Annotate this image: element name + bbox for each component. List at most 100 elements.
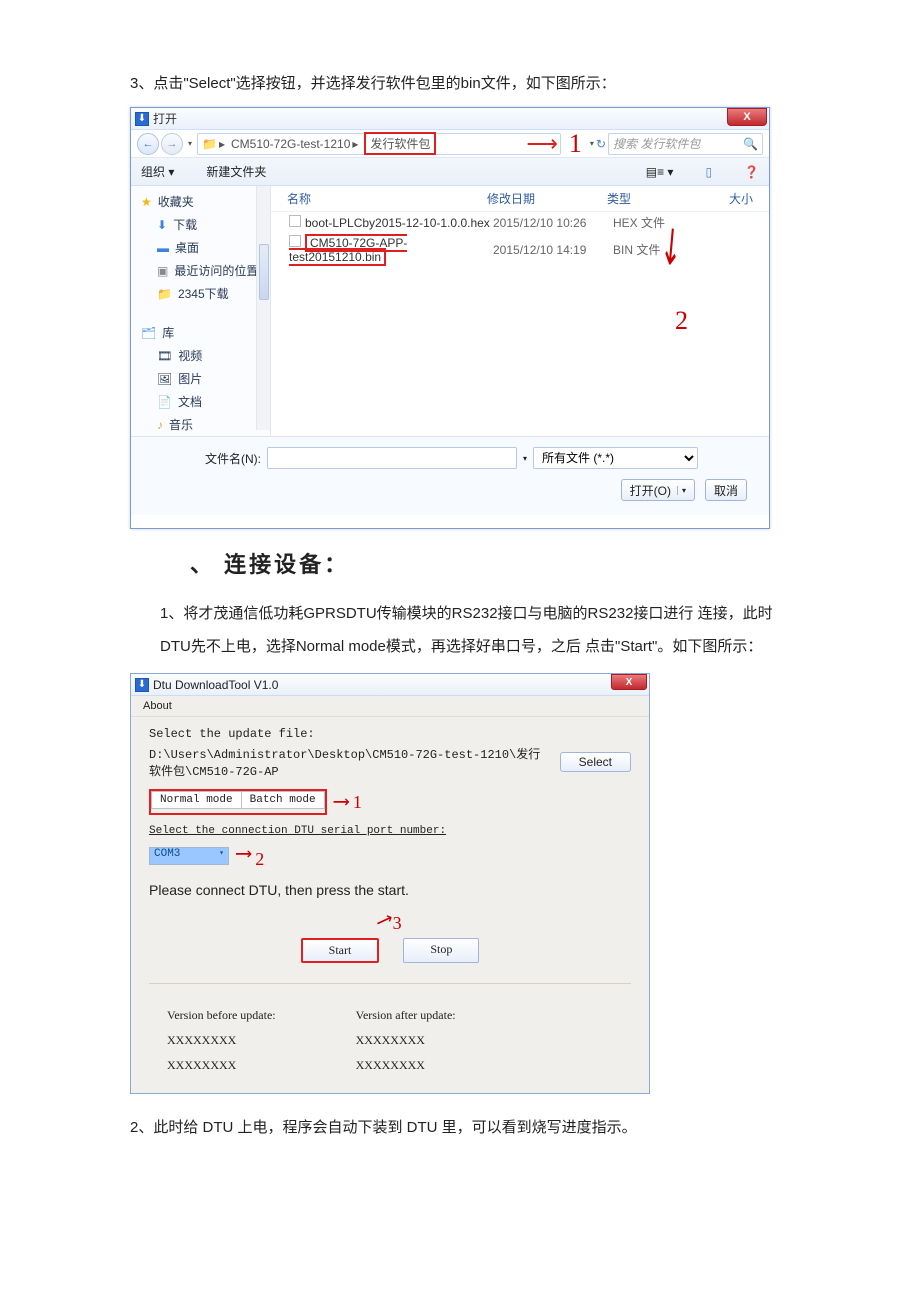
version-table: Version before update: XXXXXXXX XXXXXXXX… <box>149 1008 631 1073</box>
folder-icon: 📁 <box>202 137 217 151</box>
instruction-3: 3、点击"Select"选择按钮，并选择发行软件包里的bin文件，如下图所示： <box>130 70 790 97</box>
select-file-label: Select the update file: <box>149 727 631 741</box>
path-dropdown[interactable]: ▾ <box>590 139 594 148</box>
library-icon: 🗂 <box>141 326 156 340</box>
close-button[interactable]: X <box>611 674 647 690</box>
desktop-icon: ▬ <box>157 241 169 255</box>
sidebar-documents[interactable]: 📄文档 <box>131 390 270 413</box>
preview-pane-button[interactable]: ▯ <box>705 165 712 179</box>
file-list-header[interactable]: 名称 修改日期 类型 大小 <box>271 186 769 212</box>
open-button[interactable]: 打开(O)▾ <box>621 479 695 501</box>
search-input[interactable]: 搜索 发行软件包 🔍 <box>608 133 763 155</box>
breadcrumb-seg-1[interactable]: CM510-72G-test-1210 ▸ <box>227 137 362 151</box>
view-button[interactable]: ▤≡ ▾ <box>646 165 674 179</box>
scrollbar-thumb[interactable] <box>259 244 269 300</box>
organize-button[interactable]: 组织 ▾ <box>141 163 174 180</box>
sidebar-desktop[interactable]: ▬桌面 <box>131 236 270 259</box>
file-row-hex[interactable]: boot-LPLCby2015-12-10-1.0.0.hex 2015/12/… <box>271 212 769 233</box>
nav-history-dropdown[interactable]: ▾ <box>185 139 195 148</box>
annotation-2: 2 <box>675 306 688 336</box>
sidebar-music[interactable]: ♪音乐 <box>131 413 270 436</box>
version-before-1: XXXXXXXX <box>167 1033 276 1048</box>
annotation-1: 1 <box>569 129 582 159</box>
version-after-label: Version after update: <box>356 1008 456 1023</box>
section-heading-connect: 、 连接设备： <box>190 547 790 579</box>
sidebar-favorites[interactable]: ★收藏夹 <box>131 190 270 213</box>
red-arrow-3: ⟶ <box>373 907 393 935</box>
music-icon: ♪ <box>157 418 163 432</box>
red-arrow-1: ⟶ <box>335 789 345 815</box>
dtu-title: Dtu DownloadTool V1.0 <box>153 678 278 692</box>
tab-batch-mode[interactable]: Batch mode <box>242 791 325 809</box>
search-icon: 🔍 <box>743 137 758 151</box>
open-split-dropdown[interactable]: ▾ <box>677 486 686 495</box>
file-icon <box>289 235 301 247</box>
nav-back-button[interactable]: ← <box>137 133 159 155</box>
sidebar-nav: ★收藏夹 ⬇下载 ▬桌面 ▣最近访问的位置 📁2345下载 🗂库 🎞视频 🖼图片… <box>131 186 271 436</box>
filename-dropdown[interactable]: ▾ <box>523 454 527 463</box>
video-icon: 🎞 <box>157 349 172 363</box>
file-path-text: D:\Users\Administrator\Desktop\CM510-72G… <box>149 745 550 779</box>
col-name[interactable]: 名称 <box>287 190 487 207</box>
download-icon: ⬇ <box>157 218 167 232</box>
dialog-titlebar[interactable]: ⬇ 打开 X <box>131 108 769 130</box>
sidebar-downloads[interactable]: ⬇下载 <box>131 213 270 236</box>
filename-label: 文件名(N): <box>141 450 261 467</box>
select-button[interactable]: Select <box>560 752 631 772</box>
file-filter-select[interactable]: 所有文件 (*.*) <box>533 447 698 469</box>
instruction-connect-2: 2、此时给 DTU 上电，程序会自动下装到 DTU 里，可以看到烧写进度指示。 <box>130 1114 790 1141</box>
app-icon: ⬇ <box>135 112 149 126</box>
breadcrumb-seg-2-highlighted[interactable]: 发行软件包 <box>364 132 436 155</box>
breadcrumb-sep: ▸ <box>219 137 225 151</box>
picture-icon: 🖼 <box>157 372 172 386</box>
red-arrow-annotation: ⟶ <box>526 131 556 157</box>
nav-bar: ← → ▾ 📁 ▸ CM510-72G-test-1210 ▸ 发行软件包 ⟶ … <box>131 130 769 158</box>
dtu-titlebar[interactable]: ⬇ Dtu DownloadTool V1.0 X <box>131 674 649 696</box>
sidebar-libraries[interactable]: 🗂库 <box>131 321 270 344</box>
instruction-connect-1: 1、将才茂通信低功耗GPRSDTU传输模块的RS232接口与电脑的RS232接口… <box>130 597 790 663</box>
folder-icon: 📁 <box>157 287 172 301</box>
red-arrow-2: ⟶ <box>237 841 247 867</box>
version-before-2: XXXXXXXX <box>167 1058 276 1073</box>
menu-about[interactable]: About <box>131 696 649 717</box>
port-label: Select the connection DTU serial port nu… <box>149 825 631 837</box>
annotation-3: 3 <box>393 913 402 934</box>
dtu-download-dialog: ⬇ Dtu DownloadTool V1.0 X About Select t… <box>130 673 650 1094</box>
help-button[interactable]: ❓ <box>744 165 759 179</box>
com-port-select[interactable]: COM3 ▾ <box>149 847 229 865</box>
col-type[interactable]: 类型 <box>607 190 677 207</box>
col-date[interactable]: 修改日期 <box>487 190 607 207</box>
version-before-label: Version before update: <box>167 1008 276 1023</box>
stop-button[interactable]: Stop <box>403 938 479 963</box>
version-after-2: XXXXXXXX <box>356 1058 456 1073</box>
dialog-toolbar: 组织 ▾ 新建文件夹 ▤≡ ▾ ▯ ❓ <box>131 158 769 186</box>
cancel-button[interactable]: 取消 <box>705 479 747 501</box>
new-folder-button[interactable]: 新建文件夹 <box>206 163 266 180</box>
annotation-1: 1 <box>353 792 362 813</box>
document-icon: 📄 <box>157 395 172 409</box>
sidebar-pictures[interactable]: 🖼图片 <box>131 367 270 390</box>
file-open-dialog: ⬇ 打开 X ← → ▾ 📁 ▸ CM510-72G-test-1210 ▸ 发… <box>130 107 770 529</box>
file-row-bin-selected[interactable]: CM510-72G-APP-test20151210.bin 2015/12/1… <box>271 233 769 266</box>
file-list-area: 名称 修改日期 类型 大小 boot-LPLCby2015-12-10-1.0.… <box>271 186 769 436</box>
annotation-2: 2 <box>255 849 264 870</box>
col-size[interactable]: 大小 <box>677 190 753 207</box>
dialog-title: 打开 <box>153 110 177 127</box>
sidebar-video[interactable]: 🎞视频 <box>131 344 270 367</box>
app-icon: ⬇ <box>135 678 149 692</box>
start-button[interactable]: Start <box>301 938 380 963</box>
sidebar-recent[interactable]: ▣最近访问的位置 <box>131 259 270 282</box>
close-button[interactable]: X <box>727 108 767 126</box>
file-icon <box>289 215 301 227</box>
connect-prompt: Please connect DTU, then press the start… <box>149 882 631 898</box>
version-after-1: XXXXXXXX <box>356 1033 456 1048</box>
filename-input[interactable] <box>267 447 517 469</box>
sidebar-scrollbar[interactable] <box>256 186 270 430</box>
dialog-bottom: 文件名(N): ▾ 所有文件 (*.*) 打开(O)▾ 取消 <box>131 436 769 515</box>
nav-forward-button[interactable]: → <box>161 133 183 155</box>
refresh-icon[interactable]: ↻ <box>596 137 606 151</box>
sidebar-2345[interactable]: 📁2345下载 <box>131 282 270 305</box>
star-icon: ★ <box>141 195 152 209</box>
tab-normal-mode[interactable]: Normal mode <box>151 791 242 809</box>
breadcrumb-path[interactable]: 📁 ▸ CM510-72G-test-1210 ▸ 发行软件包 ⟶ <box>197 133 561 155</box>
